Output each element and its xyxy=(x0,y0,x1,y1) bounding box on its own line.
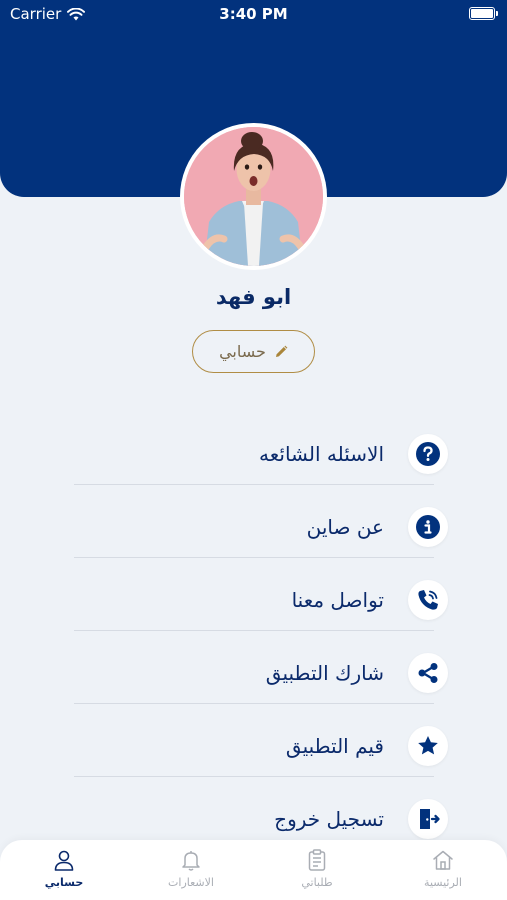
person-icon xyxy=(54,850,74,871)
tab-orders[interactable]: طلباتي xyxy=(267,848,367,896)
menu-item-faq[interactable]: الاسئله الشائعه xyxy=(74,417,448,490)
phone-icon xyxy=(408,579,448,620)
logout-icon xyxy=(408,798,448,839)
tab-home[interactable]: الرئيسية xyxy=(393,848,493,896)
menu-item-label: قيم التطبيق xyxy=(285,733,384,758)
question-icon xyxy=(408,433,448,474)
tab-label: حسابي xyxy=(44,876,84,889)
user-name: ابو فهد xyxy=(215,285,292,309)
divider xyxy=(74,703,434,704)
divider xyxy=(74,557,434,558)
home-icon xyxy=(433,850,453,870)
menu-item-share[interactable]: شارك التطبيق xyxy=(74,636,448,709)
menu-item-label: تسجيل خروج xyxy=(274,806,384,831)
divider xyxy=(74,630,434,631)
divider xyxy=(74,776,434,777)
menu-item-contact[interactable]: تواصل معنا xyxy=(74,563,448,636)
star-icon xyxy=(408,725,448,766)
edit-account-button[interactable]: حسابي xyxy=(192,330,315,373)
avatar-image xyxy=(184,127,323,266)
bell-icon xyxy=(182,851,200,871)
info-icon xyxy=(408,506,448,547)
tab-label: الاشعارات xyxy=(168,876,214,889)
battery-icon xyxy=(469,7,498,20)
tab-bar: حسابي الاشعارات طلباتي الرئيسية xyxy=(0,840,507,900)
status-time: 3:40 PM xyxy=(219,5,288,23)
tab-account[interactable]: حسابي xyxy=(14,848,114,896)
menu-item-label: تواصل معنا xyxy=(291,587,384,612)
tab-notifications[interactable]: الاشعارات xyxy=(141,848,241,896)
menu-item-label: شارك التطبيق xyxy=(265,660,384,685)
menu-item-about[interactable]: عن صاين xyxy=(74,490,448,563)
tab-label: طلباتي xyxy=(301,876,333,889)
status-bar: Carrier 3:40 PM xyxy=(0,0,507,28)
pencil-icon xyxy=(275,345,288,357)
avatar[interactable] xyxy=(180,123,327,270)
tab-label: الرئيسية xyxy=(424,876,462,889)
clipboard-icon xyxy=(308,849,326,871)
edit-account-label: حسابي xyxy=(219,342,266,361)
divider xyxy=(74,484,434,485)
menu-item-rate[interactable]: قيم التطبيق xyxy=(74,709,448,782)
menu-item-label: الاسئله الشائعه xyxy=(259,441,384,466)
menu-item-label: عن صاين xyxy=(306,514,384,539)
share-icon xyxy=(408,652,448,693)
